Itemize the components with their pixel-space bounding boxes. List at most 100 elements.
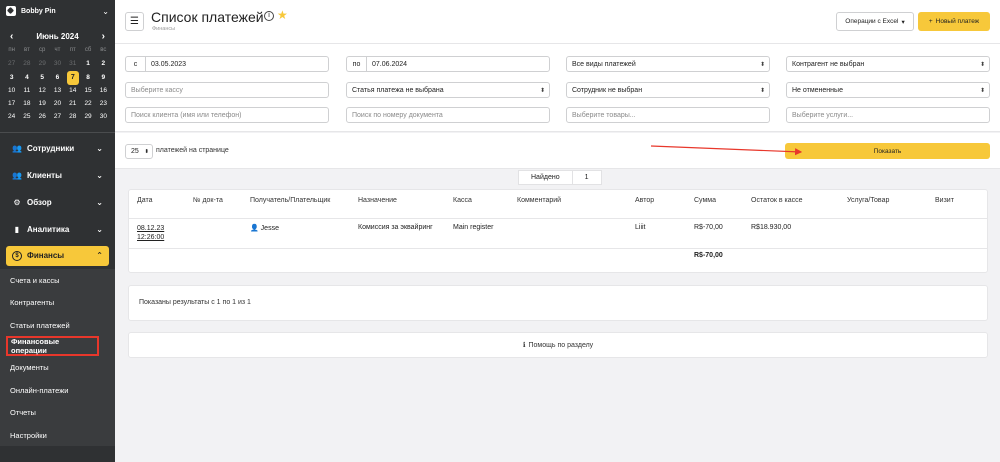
info-icon[interactable]: i xyxy=(264,11,274,21)
per-page-select[interactable]: 25 ⬍ xyxy=(125,144,153,159)
column-header[interactable]: Комментарий xyxy=(517,197,561,204)
submenu-item[interactable]: Статьи платежей xyxy=(0,314,115,337)
calendar-day[interactable]: 19 xyxy=(35,97,50,110)
brand-name: Bobby Pin xyxy=(21,7,56,15)
article-select[interactable]: Статья платежа не выбрана ⬍ xyxy=(346,82,550,98)
chevron-down-icon[interactable]: ⌄ xyxy=(102,7,109,16)
chevron-down-icon: ⌄ xyxy=(96,170,103,180)
calendar-day[interactable]: 28 xyxy=(65,110,80,123)
excel-operations-button[interactable]: Операции с Excel ▾ xyxy=(836,12,914,31)
select-arrow-icon: ⬍ xyxy=(979,61,985,68)
calendar-today[interactable]: 7 xyxy=(66,70,79,85)
menu-toggle-button[interactable]: ☰ xyxy=(125,12,144,31)
results-summary: Показаны результаты с 1 по 1 из 1 xyxy=(128,285,988,321)
row-date[interactable]: 08.12.23 12:26:00 xyxy=(137,224,164,242)
nav-item[interactable]: 👥 Клиенты ⌄ xyxy=(0,162,115,189)
services-select[interactable]: Выберите услуги... xyxy=(786,107,990,123)
column-header[interactable]: Визит xyxy=(935,197,954,204)
row-date-time: 12:26:00 xyxy=(137,234,165,241)
column-header[interactable]: Остаток в кассе xyxy=(751,197,803,204)
calendar-day[interactable]: 9 xyxy=(96,71,111,84)
submenu-item[interactable]: Настройки xyxy=(0,424,115,447)
calendar-day[interactable]: 23 xyxy=(96,97,111,110)
calendar-day[interactable]: 22 xyxy=(80,97,95,110)
column-header[interactable]: Дата xyxy=(137,197,153,204)
calendar-day[interactable]: 27 xyxy=(50,110,65,123)
calendar-day[interactable]: 5 xyxy=(35,71,50,84)
calendar-day[interactable]: 12 xyxy=(35,84,50,97)
help-link[interactable]: ℹ Помощь по разделу xyxy=(128,332,988,358)
column-header[interactable]: Услуга/Товар xyxy=(847,197,889,204)
brand-header[interactable]: Bobby Pin ⌄ xyxy=(0,0,115,22)
nav-item[interactable]: ▮ Аналитика ⌄ xyxy=(0,216,115,243)
calendar-day[interactable]: 2 xyxy=(96,57,111,70)
cancelled-select[interactable]: Не отмененные ⬍ xyxy=(786,82,990,98)
column-header[interactable]: Сумма xyxy=(694,197,716,204)
nav-item[interactable]: 👥 Сотрудники ⌄ xyxy=(0,135,115,162)
calendar-day[interactable]: 31 xyxy=(65,57,80,70)
column-header[interactable]: № док-та xyxy=(193,197,223,204)
submenu-item[interactable]: Онлайн-платежи xyxy=(0,379,115,402)
breadcrumb[interactable]: Финансы xyxy=(152,26,175,32)
calendar-day[interactable]: 30 xyxy=(96,110,111,123)
chevron-left-icon[interactable]: ‹ xyxy=(10,31,13,42)
calendar-day[interactable]: 20 xyxy=(50,97,65,110)
date-to-input[interactable]: 07.06.2024 xyxy=(366,56,550,72)
nav-item[interactable]: ⚙ Обзор ⌄ xyxy=(0,189,115,216)
calendar-day[interactable]: 16 xyxy=(96,84,111,97)
calendar-day[interactable]: 14 xyxy=(65,84,80,97)
column-header[interactable]: Касса xyxy=(453,197,472,204)
submenu-item[interactable]: Финансовые операции xyxy=(6,336,99,357)
document-search-input[interactable]: Поиск по номеру документа xyxy=(346,107,550,123)
row-balance: R$18.930,00 xyxy=(751,224,792,231)
calendar-day[interactable]: 26 xyxy=(35,110,50,123)
calendar-day[interactable]: 3 xyxy=(4,71,19,84)
calendar-day[interactable]: 30 xyxy=(50,57,65,70)
submenu-item[interactable]: Отчеты xyxy=(0,401,115,424)
divider xyxy=(0,131,115,133)
counterparty-select[interactable]: Контрагент не выбран ⬍ xyxy=(786,56,990,72)
cashbox-select[interactable]: Выберите кассу xyxy=(125,82,329,98)
calendar-day[interactable]: 8 xyxy=(80,71,95,84)
calendar-day[interactable]: 13 xyxy=(50,84,65,97)
star-icon[interactable]: ★ xyxy=(277,8,288,22)
column-header[interactable]: Назначение xyxy=(358,197,397,204)
column-header[interactable]: Получатель/Плательщик xyxy=(250,197,330,204)
calendar-day[interactable]: 4 xyxy=(19,71,34,84)
calendar-day[interactable]: 21 xyxy=(65,97,80,110)
calendar-day[interactable]: 18 xyxy=(19,97,34,110)
new-payment-button[interactable]: + Новый платеж xyxy=(918,12,990,31)
calendar-day[interactable]: 29 xyxy=(35,57,50,70)
client-search-input[interactable]: Поиск клиента (имя или телефон) xyxy=(125,107,329,123)
show-button[interactable]: Показать xyxy=(785,143,990,159)
column-header[interactable]: Автор xyxy=(635,197,654,204)
users-icon: 👥 xyxy=(12,170,22,180)
calendar-day[interactable]: 11 xyxy=(19,84,34,97)
goods-select[interactable]: Выберите товары... xyxy=(566,107,770,123)
calendar-day[interactable]: 27 xyxy=(4,57,19,70)
row-recipient[interactable]: 👤 Jesse xyxy=(250,224,279,232)
calendar-day[interactable]: 15 xyxy=(80,84,95,97)
submenu-item[interactable]: Контрагенты xyxy=(0,291,115,314)
submenu-item[interactable]: Счета и кассы xyxy=(0,269,115,292)
calendar-day[interactable]: 29 xyxy=(80,110,95,123)
calendar-day[interactable]: 1 xyxy=(80,57,95,70)
calendar-day[interactable]: 7 xyxy=(65,70,80,85)
calendar-day[interactable]: 17 xyxy=(4,97,19,110)
calendar-weekday: пт xyxy=(69,47,76,53)
calendar-day[interactable]: 10 xyxy=(4,84,19,97)
plus-icon: + xyxy=(928,18,933,25)
submenu-item[interactable]: Документы xyxy=(0,356,115,379)
calendar-day[interactable]: 24 xyxy=(4,110,19,123)
employee-select[interactable]: Сотрудник не выбран ⬍ xyxy=(566,82,770,98)
page-header: ☰ Список платежей i ★ Финансы Операции с… xyxy=(115,0,1000,44)
user-icon: 👤 xyxy=(250,225,259,232)
payment-type-select[interactable]: Все виды платежей ⬍ xyxy=(566,56,770,72)
calendar-day[interactable]: 28 xyxy=(19,57,34,70)
table-total: R$-70,00 xyxy=(694,252,723,259)
chevron-right-icon[interactable]: › xyxy=(102,31,105,42)
date-from-input[interactable]: 03.05.2023 xyxy=(145,56,329,72)
nav-item[interactable]: $ Финансы ⌃ xyxy=(6,245,109,266)
calendar-day[interactable]: 6 xyxy=(50,71,65,84)
calendar-day[interactable]: 25 xyxy=(19,110,34,123)
